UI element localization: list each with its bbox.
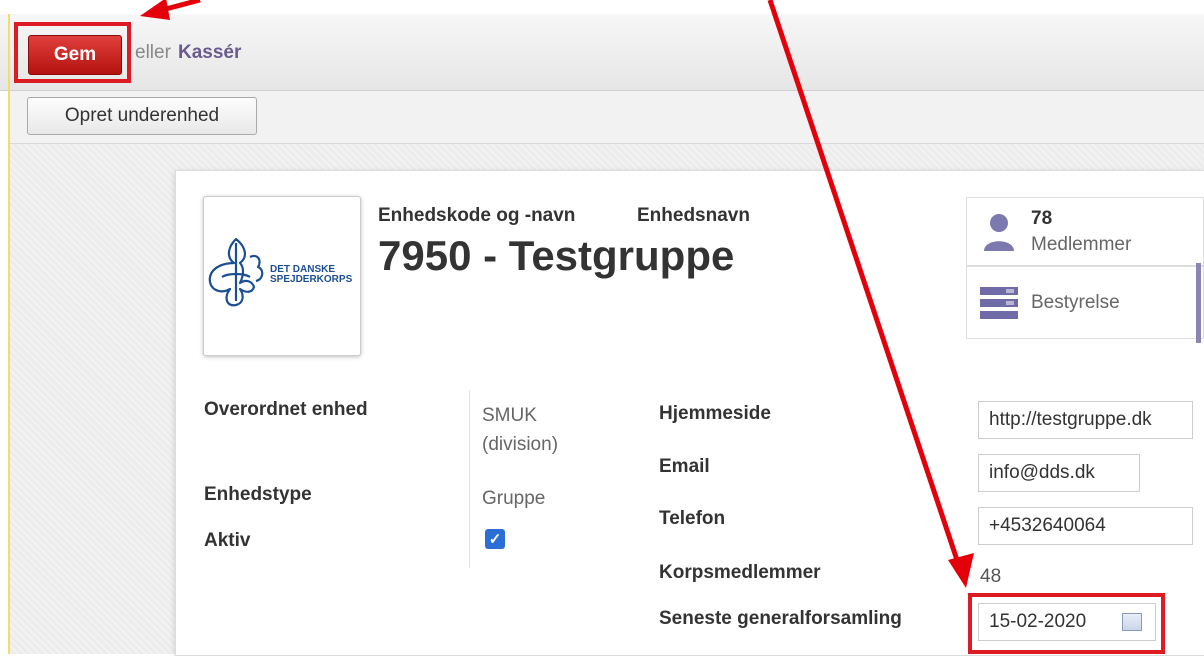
parent-unit-value-line2: (division) bbox=[482, 434, 559, 455]
create-sub-unit-button[interactable]: Opret underenhed bbox=[27, 97, 257, 135]
list-icon bbox=[980, 287, 1018, 319]
user-icon bbox=[984, 214, 1014, 251]
discard-link[interactable]: Kassér bbox=[178, 42, 241, 64]
corps-members-label: Korpsmedlemmer bbox=[659, 562, 821, 583]
title-separator: - bbox=[483, 232, 498, 279]
phone-label: Telefon bbox=[659, 508, 726, 529]
email-label: Email bbox=[659, 456, 710, 477]
website-field[interactable]: http://testgruppe.dk bbox=[978, 401, 1193, 439]
unit-name-label: Enhedsnavn bbox=[637, 205, 750, 226]
corps-members-value: 48 bbox=[980, 566, 1002, 587]
date-field-highlight bbox=[968, 593, 1165, 654]
unit-name: Testgruppe bbox=[508, 232, 735, 279]
website-label: Hjemmeside bbox=[659, 403, 771, 424]
or-text: eller bbox=[135, 42, 171, 63]
logo-line-2: SPEJDERKORPS bbox=[270, 274, 353, 285]
unit-type-value: Gruppe bbox=[482, 488, 546, 509]
parent-unit-value-line1[interactable]: SMUK bbox=[482, 405, 537, 427]
save-button-highlight bbox=[14, 22, 131, 83]
members-count: 78 bbox=[1031, 208, 1053, 229]
board-label: Bestyrelse bbox=[1031, 292, 1120, 313]
active-checkbox[interactable]: ✓ bbox=[485, 529, 505, 549]
code-name-label: Enhedskode og -navn bbox=[378, 205, 576, 226]
phone-field[interactable]: +4532640064 bbox=[978, 507, 1193, 545]
stat-accent-bar bbox=[1196, 263, 1201, 343]
email-field[interactable]: info@dds.dk bbox=[978, 454, 1140, 492]
active-label: Aktiv bbox=[204, 530, 251, 551]
column-divider bbox=[469, 390, 470, 568]
unit-code: 7950 bbox=[378, 232, 472, 279]
unit-type-label: Enhedstype bbox=[204, 484, 312, 505]
last-assembly-label: Seneste generalforsamling bbox=[659, 608, 902, 629]
parent-unit-label: Overordnet enhed bbox=[204, 399, 368, 420]
members-label: Medlemmer bbox=[1031, 234, 1132, 255]
unit-logo[interactable]: DET DANSKE SPEJDERKORPS bbox=[203, 196, 361, 356]
page-title: 7950 - Testgruppe bbox=[378, 232, 734, 280]
